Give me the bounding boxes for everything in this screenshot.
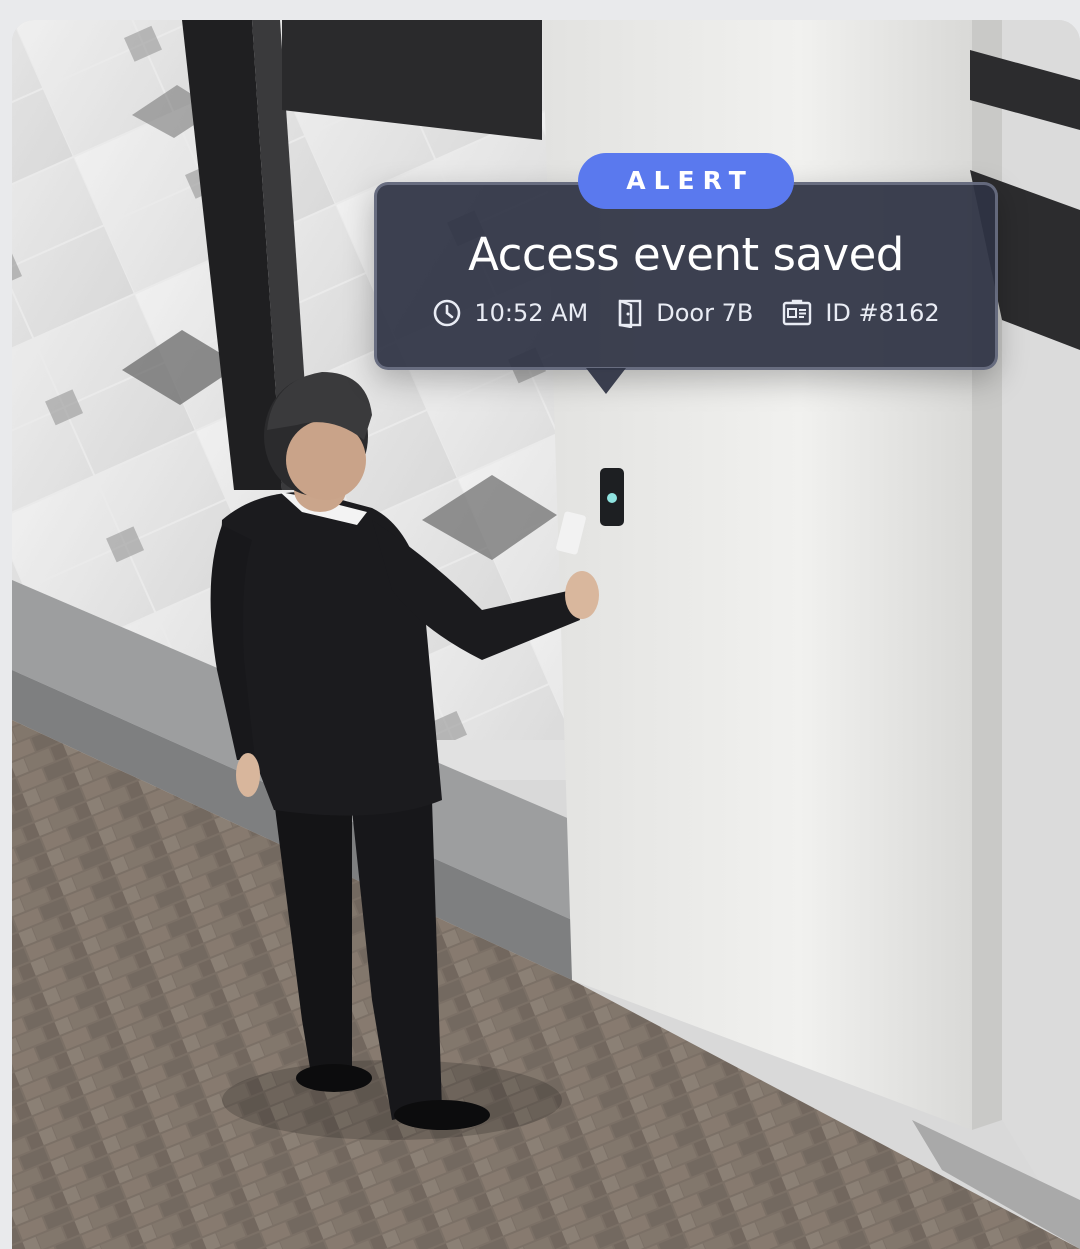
alert-id-text: ID #8162	[825, 299, 940, 327]
id-card-icon	[783, 299, 812, 326]
alert-meta-row: 10:52 AM Door 7B ID #8162	[374, 298, 998, 328]
alert-badge: ALERT	[578, 153, 794, 209]
clock-icon	[434, 299, 461, 327]
alert-door: Door 7B	[616, 298, 753, 328]
alert-door-text: Door 7B	[656, 299, 754, 327]
alert-title: Access event saved	[468, 228, 904, 281]
alert-time: 10:52 AM	[432, 298, 588, 328]
alert-pointer	[586, 368, 626, 394]
alert-time-text: 10:52 AM	[474, 299, 589, 327]
access-alert-popover: ALERT Access event saved 10:52 AM Door 7…	[374, 153, 998, 394]
hero-image-card: ALERT Access event saved 10:52 AM Door 7…	[12, 20, 1080, 1249]
alert-id: ID #8162	[781, 298, 940, 328]
door-icon	[619, 299, 642, 328]
